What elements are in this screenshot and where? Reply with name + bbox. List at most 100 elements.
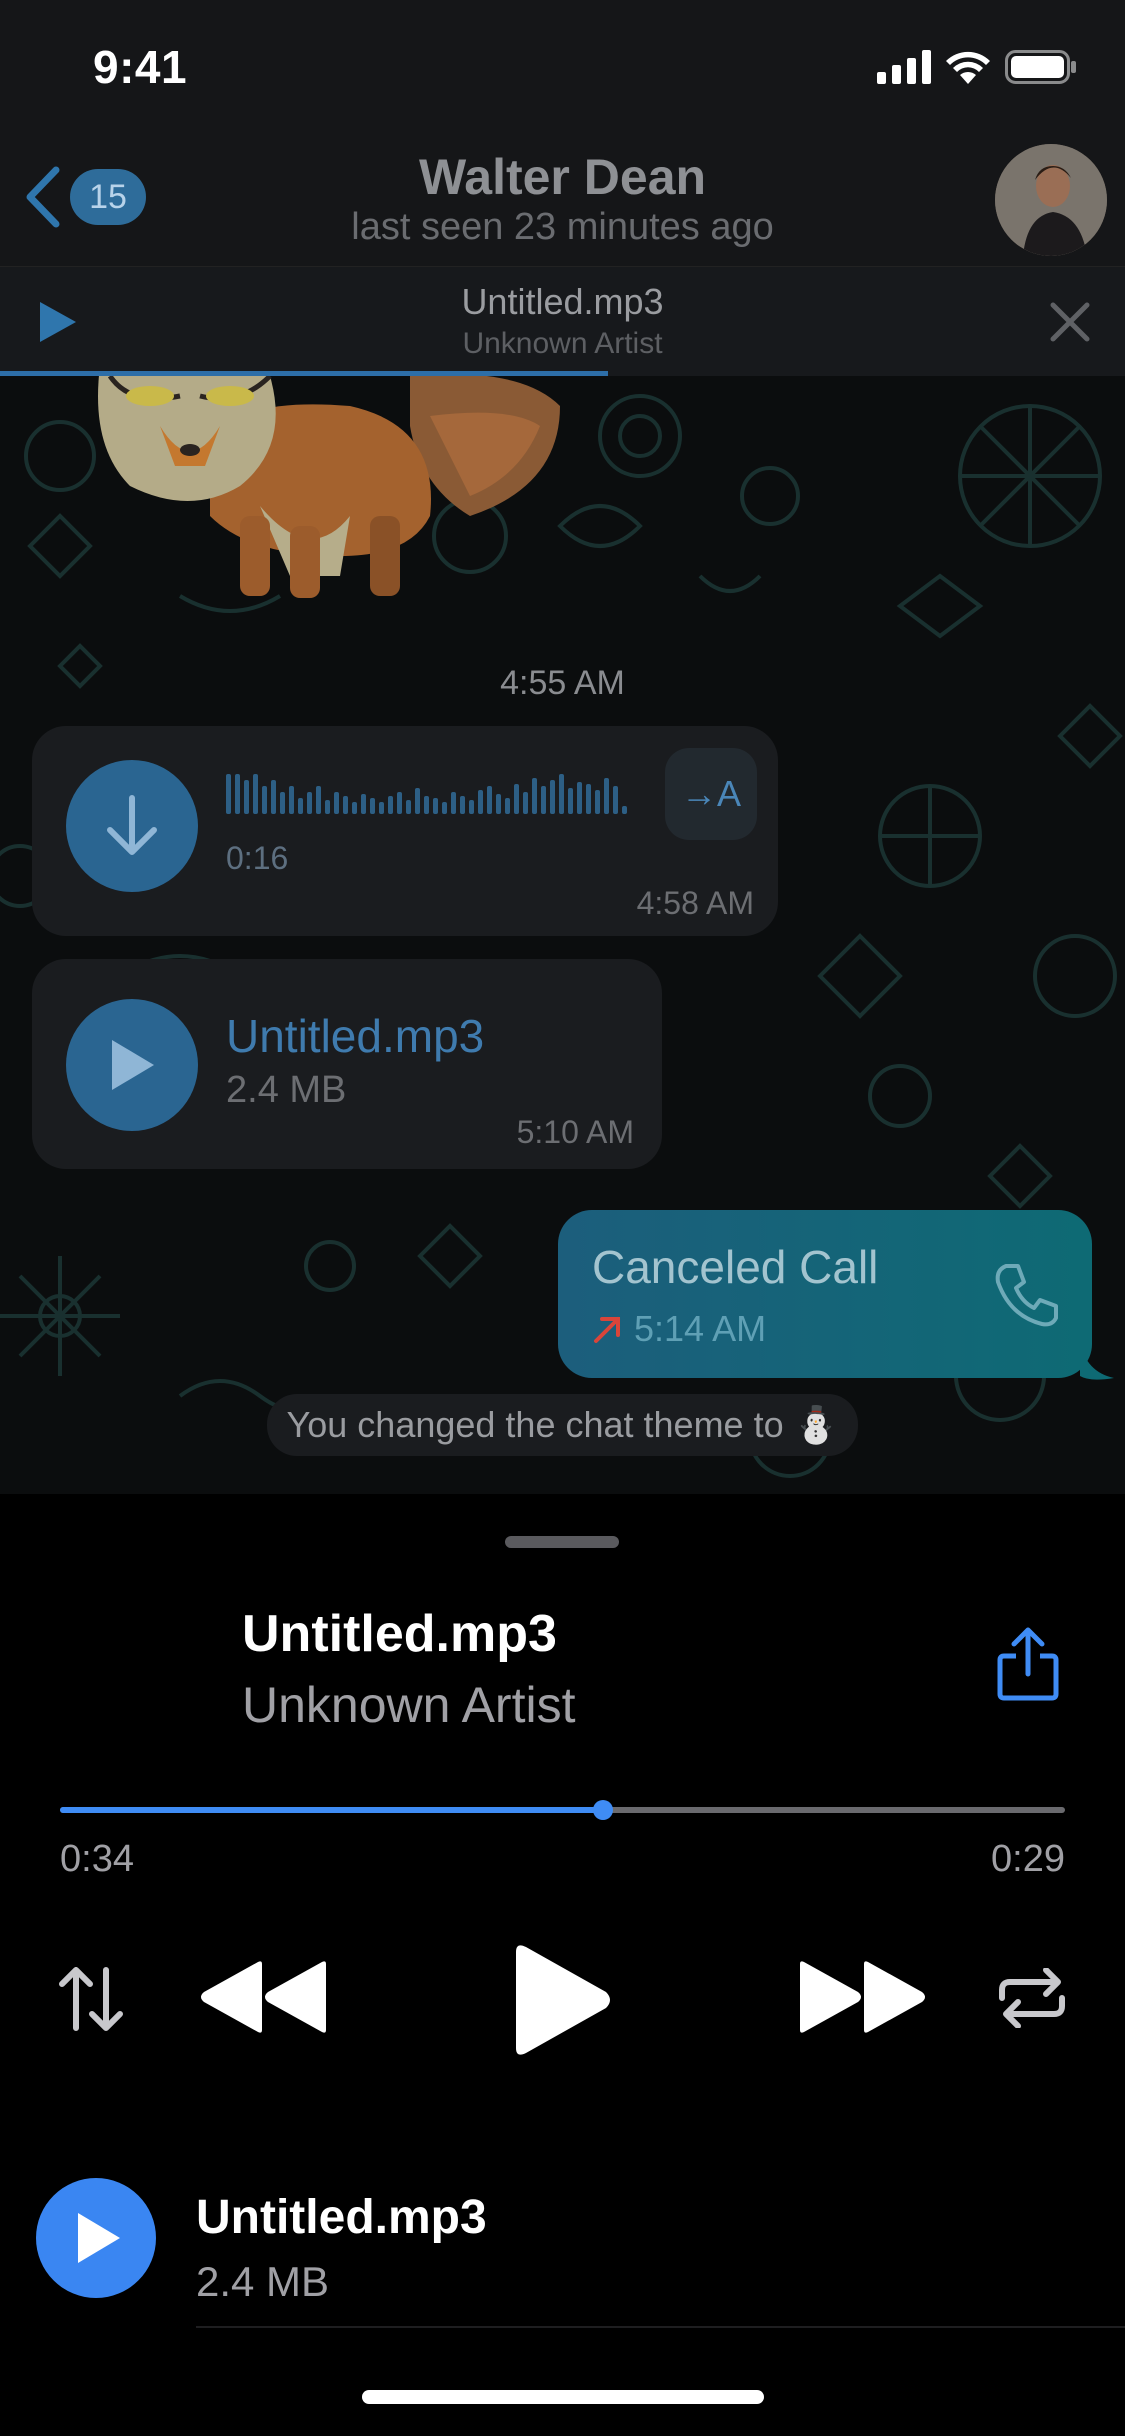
status-icons — [877, 50, 1077, 84]
progress-fill — [60, 1807, 603, 1813]
theme-change-notice: You changed the chat theme to ⛄ — [266, 1394, 859, 1456]
waveform-bar — [613, 786, 618, 814]
waveform-bar — [451, 792, 456, 814]
waveform-bar — [559, 774, 564, 814]
sheet-grabber[interactable] — [505, 1536, 619, 1548]
home-indicator[interactable] — [362, 2390, 764, 2404]
waveform-bar — [325, 800, 330, 814]
waveform-bar — [424, 796, 429, 814]
waveform-bar — [307, 792, 312, 814]
waveform-bar — [469, 800, 474, 814]
waveform-bar — [379, 802, 384, 814]
mini-player-title: Untitled.mp3 — [461, 281, 664, 322]
audio-file-message[interactable]: Untitled.mp3 2.4 MB 5:10 AM — [32, 959, 662, 1169]
waveform-bar — [586, 784, 591, 814]
chat-header: 15 Walter Dean last seen 23 minutes ago — [0, 140, 1125, 266]
waveform-bar — [271, 780, 276, 814]
download-button[interactable] — [66, 760, 198, 892]
waveform-bar — [568, 788, 573, 814]
waveform-bar — [397, 792, 402, 814]
play-icon[interactable] — [508, 1942, 614, 2058]
waveform-bar — [253, 774, 258, 814]
waveform-bar — [550, 780, 555, 814]
message-time: 5:10 AM — [516, 1114, 634, 1150]
fox-sticker[interactable] — [90, 376, 570, 606]
mini-player[interactable]: Untitled.mp3 Unknown Artist — [0, 266, 1125, 376]
waveform-bar — [541, 786, 546, 814]
waveform-bar — [532, 778, 537, 814]
chat-status: last seen 23 minutes ago — [351, 206, 774, 248]
waveform-bar — [433, 798, 438, 814]
play-icon — [78, 2213, 120, 2263]
battery-icon — [1005, 50, 1076, 84]
waveform-bar — [460, 796, 465, 814]
playlist-item[interactable]: Untitled.mp3 2.4 MB — [0, 2176, 1125, 2336]
waveform-bar — [442, 802, 447, 814]
waveform-bar — [343, 796, 348, 814]
waveform-bar — [226, 774, 231, 814]
playlist-item-title: Untitled.mp3 — [196, 2191, 487, 2244]
chat-title[interactable]: Walter Dean — [0, 148, 1125, 206]
file-play-button[interactable] — [66, 999, 198, 1131]
waveform-bar — [604, 778, 609, 814]
voice-waveform[interactable] — [226, 774, 636, 814]
waveform-bar — [289, 786, 294, 814]
divider — [196, 2326, 1125, 2328]
call-message[interactable]: Canceled Call 5:14 AM — [558, 1210, 1092, 1378]
waveform-bar — [505, 798, 510, 814]
fast-forward-icon[interactable] — [796, 1958, 928, 2036]
order-icon[interactable] — [58, 1964, 124, 2034]
file-size: 2.4 MB — [226, 1069, 347, 1111]
play-icon — [112, 1040, 154, 1090]
waveform-bar — [595, 790, 600, 814]
mini-player-artist: Unknown Artist — [462, 327, 663, 360]
waveform-bar — [415, 788, 420, 814]
voice-duration: 0:16 — [226, 840, 289, 876]
waveform-bar — [622, 806, 627, 814]
waveform-bar — [235, 774, 240, 814]
close-icon[interactable] — [1043, 295, 1097, 349]
status-time: 9:41 — [93, 41, 188, 93]
waveform-bar — [262, 786, 267, 814]
waveform-bar — [316, 786, 321, 814]
message-time: 4:58 AM — [636, 885, 754, 921]
signal-icon — [877, 50, 931, 84]
track-artist: Unknown Artist — [242, 1677, 576, 1733]
progress-knob[interactable] — [592, 1800, 613, 1820]
avatar[interactable] — [995, 144, 1107, 256]
arrow-down-icon — [107, 795, 157, 855]
elapsed-time: 0:34 — [60, 1838, 134, 1880]
chat-messages[interactable]: 4:55 AM 0:16 →A 4:58 AM Untitled.mp3 2.4… — [0, 376, 1125, 1494]
waveform-bar — [478, 790, 483, 814]
playlist-play-button[interactable] — [36, 2178, 156, 2298]
playlist-item-size: 2.4 MB — [196, 2258, 330, 2305]
waveform-bar — [370, 798, 375, 814]
outgoing-arrow-icon — [594, 1317, 620, 1343]
share-icon[interactable] — [996, 1626, 1060, 1702]
phone-icon[interactable] — [992, 1260, 1062, 1330]
voice-message[interactable]: 0:16 →A 4:58 AM — [32, 726, 778, 936]
waveform-bar — [280, 792, 285, 814]
file-name: Untitled.mp3 — [226, 1010, 485, 1062]
waveform-bar — [388, 796, 393, 814]
call-meta: 5:14 AM — [592, 1308, 766, 1350]
progress-slider[interactable] — [60, 1800, 1065, 1820]
track-title: Untitled.mp3 — [242, 1605, 557, 1663]
waveform-bar — [577, 782, 582, 814]
date-separator: 4:55 AM — [500, 664, 625, 702]
rewind-icon[interactable] — [198, 1958, 330, 2036]
status-bar: 9:41 — [0, 0, 1125, 140]
waveform-bar — [487, 786, 492, 814]
music-player-sheet: Untitled.mp3 Unknown Artist 0:34 0:29 Un… — [0, 1494, 1125, 2436]
repeat-icon[interactable] — [996, 1968, 1068, 2028]
waveform-bar — [244, 780, 249, 814]
waveform-bar — [352, 802, 357, 814]
call-title: Canceled Call — [592, 1241, 879, 1293]
wifi-icon — [946, 51, 990, 84]
service-message: You changed the chat theme to ⛄ — [0, 1394, 1125, 1456]
waveform-bar — [496, 794, 501, 814]
waveform-bar — [523, 792, 528, 814]
transcribe-button[interactable]: →A — [665, 748, 757, 840]
remaining-time: 0:29 — [991, 1838, 1065, 1880]
waveform-bar — [334, 792, 339, 814]
